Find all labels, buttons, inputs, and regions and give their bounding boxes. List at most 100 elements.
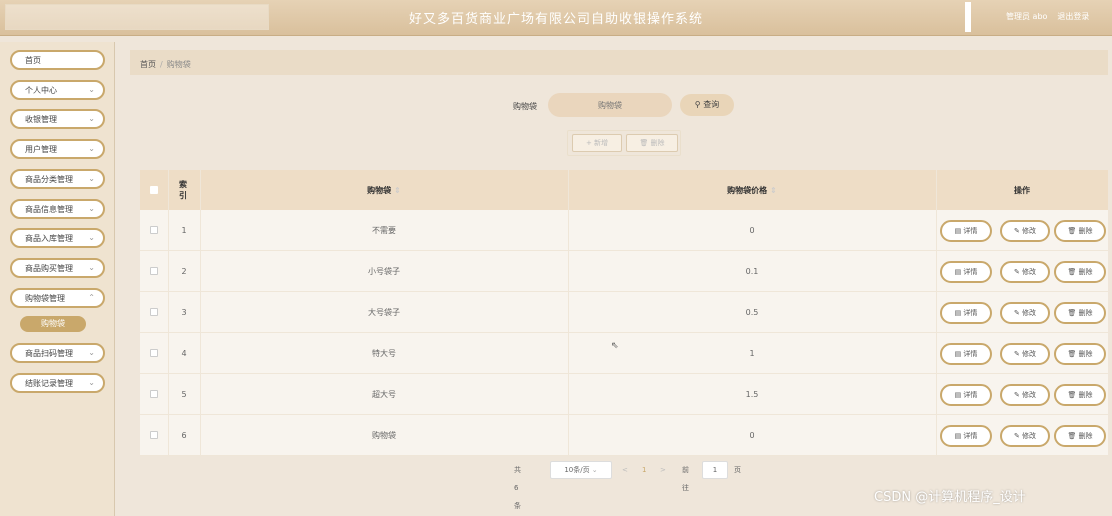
sidebar-item-product-info[interactable]: 商品信息管理 ⌄ xyxy=(10,199,105,219)
sidebar-item-label: 结账记录管理 xyxy=(25,378,73,388)
trash-icon: 🗑 xyxy=(1067,432,1077,440)
detail-button[interactable]: ▤ 详情 xyxy=(940,343,992,365)
cell-price: 0 xyxy=(749,225,755,235)
delete-button-label: 删除 xyxy=(1078,432,1093,440)
add-button[interactable]: + 新增 xyxy=(572,134,622,152)
breadcrumb-home[interactable]: 首页 xyxy=(140,60,156,69)
sidebar-item-label: 用户管理 xyxy=(25,144,57,154)
row-select-cell xyxy=(140,333,168,373)
cell-index: 3 xyxy=(181,307,187,317)
select-all-checkbox[interactable] xyxy=(150,186,158,194)
sort-icon[interactable]: ⇕ xyxy=(394,186,401,195)
row-checkbox[interactable] xyxy=(150,308,158,316)
cell-index: 6 xyxy=(181,430,187,440)
edit-icon: ✎ xyxy=(1013,268,1020,276)
trash-icon: 🗑 xyxy=(1067,350,1077,358)
document-icon: ▤ xyxy=(954,268,962,276)
delete-button[interactable]: 🗑 删除 xyxy=(1054,343,1106,365)
edit-button[interactable]: ✎ 修改 xyxy=(1000,343,1050,365)
chevron-down-icon: ⌄ xyxy=(88,378,95,387)
delete-button[interactable]: 🗑 删除 xyxy=(1054,302,1106,324)
header-ops: 操作 xyxy=(936,170,1108,210)
edit-button[interactable]: ✎ 修改 xyxy=(1000,425,1050,447)
sidebar-item-personal-center[interactable]: 个人中心 ⌄ xyxy=(10,80,105,100)
row-checkbox[interactable] xyxy=(150,431,158,439)
batch-delete-button[interactable]: 🗑 删除 xyxy=(626,134,678,152)
edit-button[interactable]: ✎ 修改 xyxy=(1000,302,1050,324)
page-size-select[interactable]: 10条/页 ⌄ xyxy=(550,461,612,479)
table-row: 1 不需要 0 ▤ 详情 ✎ 修改 🗑 删除 xyxy=(140,210,1108,251)
sidebar-item-user-management[interactable]: 用户管理 ⌄ xyxy=(10,139,105,159)
delete-button[interactable]: 🗑 删除 xyxy=(1054,384,1106,406)
row-checkbox[interactable] xyxy=(150,267,158,275)
breadcrumb-separator: / xyxy=(160,60,163,69)
column-divider xyxy=(200,170,201,457)
search-input[interactable] xyxy=(548,93,672,117)
sort-icon[interactable]: ⇕ xyxy=(770,186,777,195)
sidebar-item-bag-management[interactable]: 购物袋管理 ⌃ xyxy=(10,288,105,308)
sidebar-item-label: 商品信息管理 xyxy=(25,204,73,214)
detail-button[interactable]: ▤ 详情 xyxy=(940,261,992,283)
search-button[interactable]: ⚲ 查询 xyxy=(680,94,734,116)
column-divider xyxy=(168,170,169,457)
cell-bag: 不需要 xyxy=(372,225,396,235)
table-row: 3 大号袋子 0.5 ▤ 详情 ✎ 修改 🗑 删除 xyxy=(140,292,1108,333)
detail-button[interactable]: ▤ 详情 xyxy=(940,425,992,447)
cell-bag: 购物袋 xyxy=(372,430,396,440)
edit-button[interactable]: ✎ 修改 xyxy=(1000,384,1050,406)
batch-delete-label: 删除 xyxy=(650,139,665,147)
prev-page-button[interactable]: < xyxy=(622,461,628,479)
detail-button-label: 详情 xyxy=(963,432,978,440)
delete-button[interactable]: 🗑 删除 xyxy=(1054,220,1106,242)
chevron-down-icon: ⌄ xyxy=(88,174,95,183)
row-checkbox[interactable] xyxy=(150,390,158,398)
sidebar-item-scan[interactable]: 商品扫码管理 ⌄ xyxy=(10,343,105,363)
sidebar-item-checkout-management[interactable]: 收银管理 ⌄ xyxy=(10,109,105,129)
delete-button[interactable]: 🗑 删除 xyxy=(1054,261,1106,283)
header-price[interactable]: 购物袋价格 ⇕ xyxy=(568,170,936,210)
row-checkbox[interactable] xyxy=(150,226,158,234)
trash-icon: 🗑 xyxy=(1067,268,1077,276)
sidebar-item-category-management[interactable]: 商品分类管理 ⌄ xyxy=(10,169,105,189)
column-divider xyxy=(568,170,569,457)
sidebar-item-checkout-records[interactable]: 结账记录管理 ⌄ xyxy=(10,373,105,393)
goto-label: 前往 xyxy=(682,466,689,492)
trash-icon: 🗑 xyxy=(639,139,649,147)
sidebar-item-purchase[interactable]: 商品购买管理 ⌄ xyxy=(10,258,105,278)
row-checkbox[interactable] xyxy=(150,349,158,357)
trash-icon: 🗑 xyxy=(1067,391,1077,399)
table-header: 索引 购物袋 ⇕ 购物袋价格 ⇕ 操作 xyxy=(140,170,1108,210)
header-bag-label: 购物袋 xyxy=(367,185,392,195)
document-icon: ▤ xyxy=(954,309,962,317)
edit-button[interactable]: ✎ 修改 xyxy=(1000,261,1050,283)
header-index: 索引 xyxy=(168,170,200,210)
detail-button[interactable]: ▤ 详情 xyxy=(940,302,992,324)
edit-icon: ✎ xyxy=(1013,432,1020,440)
breadcrumb-current: 购物袋 xyxy=(166,60,191,69)
document-icon: ▤ xyxy=(954,350,962,358)
chevron-down-icon: ⌄ xyxy=(88,85,95,94)
edit-button-label: 修改 xyxy=(1022,309,1037,317)
column-divider xyxy=(936,170,937,457)
detail-button[interactable]: ▤ 详情 xyxy=(940,384,992,406)
logout-link[interactable]: 退出登录 xyxy=(1057,11,1089,22)
sidebar-subitem-bag[interactable]: 购物袋 xyxy=(20,316,86,332)
page-number[interactable]: 1 xyxy=(642,461,646,479)
detail-button[interactable]: ▤ 详情 xyxy=(940,220,992,242)
sidebar: 首页 个人中心 ⌄ 收银管理 ⌄ 用户管理 ⌄ 商品分类管理 ⌄ 商品信息管理 ⌄ 商品入… xyxy=(0,42,115,516)
chevron-down-icon: ⌄ xyxy=(88,114,95,123)
header-bag[interactable]: 购物袋 ⇕ xyxy=(200,170,568,210)
edit-icon: ✎ xyxy=(1013,227,1020,235)
edit-button[interactable]: ✎ 修改 xyxy=(1000,220,1050,242)
next-page-button[interactable]: > xyxy=(660,461,666,479)
search-button-label: 查询 xyxy=(703,100,720,109)
goto-page-input[interactable]: 1 xyxy=(702,461,728,479)
sidebar-item-label: 购物袋管理 xyxy=(25,293,65,303)
cell-index: 4 xyxy=(181,348,187,358)
sidebar-item-stock-in[interactable]: 商品入库管理 ⌄ xyxy=(10,228,105,248)
detail-button-label: 详情 xyxy=(963,309,978,317)
sidebar-item-home[interactable]: 首页 xyxy=(10,50,105,70)
delete-button[interactable]: 🗑 删除 xyxy=(1054,425,1106,447)
document-icon: ▤ xyxy=(954,432,962,440)
edit-button-label: 修改 xyxy=(1022,350,1037,358)
